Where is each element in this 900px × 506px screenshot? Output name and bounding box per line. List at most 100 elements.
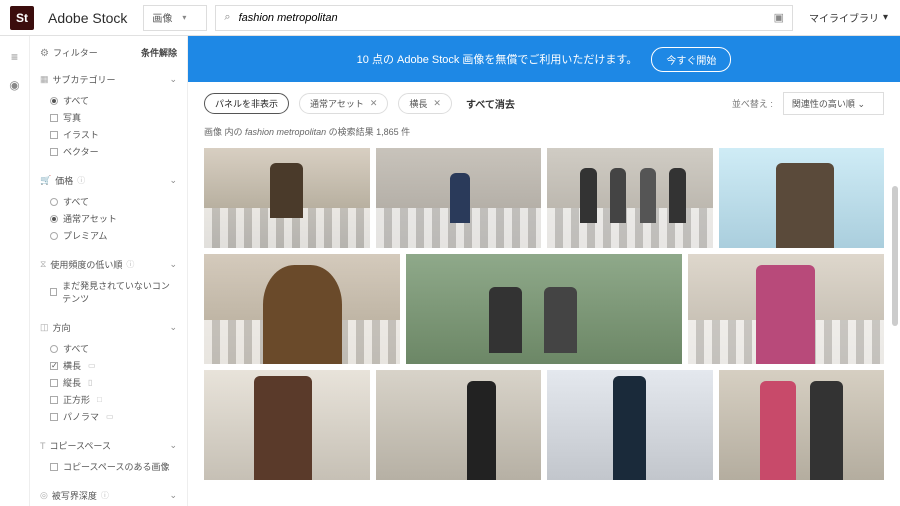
clock-icon: ⧖: [40, 259, 46, 270]
square-icon: □: [97, 395, 102, 404]
controls-row: パネルを非表示 通常アセット✕ 横長✕ すべて消去 並べ替え : 関連性の高い順…: [188, 82, 900, 125]
section-subcategory: ▦サブカテゴリー ⌄ すべて 写真 イラスト ベクター: [40, 69, 177, 160]
checkbox-icon: [50, 379, 58, 387]
result-thumb[interactable]: [406, 254, 681, 364]
section-subcategory-title[interactable]: ▦サブカテゴリー ⌄: [40, 69, 177, 90]
result-thumb[interactable]: [376, 148, 542, 248]
checkbox-icon: [50, 131, 58, 139]
result-thumb[interactable]: [376, 370, 542, 480]
filter-item[interactable]: まだ発見されていないコンテンツ: [50, 277, 177, 307]
result-thumb[interactable]: [719, 148, 885, 248]
result-thumb[interactable]: [719, 370, 885, 480]
result-thumb[interactable]: [688, 254, 884, 364]
info-icon[interactable]: ⓘ: [101, 490, 109, 501]
filter-chip[interactable]: 横長✕: [398, 93, 452, 114]
chevron-down-icon: ▾: [883, 12, 888, 23]
info-icon[interactable]: ⓘ: [126, 259, 134, 270]
adobe-stock-logo: St: [10, 6, 34, 30]
chevron-down-icon: ⌄: [169, 175, 177, 186]
result-thumb[interactable]: [204, 370, 370, 480]
section-copyspace-title[interactable]: Tコピースペース ⌄: [40, 435, 177, 456]
clear-all-button[interactable]: すべて消去: [466, 96, 515, 111]
orientation-icon: ◫: [40, 322, 49, 333]
results-summary: 画像 内の fashion metropolitan の検索結果 1,865 件: [188, 125, 900, 148]
results-grid: [188, 148, 900, 480]
text-icon: T: [40, 441, 46, 451]
search-bar: ⌕ ▣: [215, 5, 793, 31]
sort-select[interactable]: 関連性の高い順 ⌄: [783, 92, 884, 115]
checkbox-icon: [50, 413, 58, 421]
info-icon[interactable]: ⓘ: [77, 175, 85, 186]
radio-icon: [50, 97, 58, 105]
filter-item[interactable]: 通常アセット: [50, 210, 177, 227]
checkbox-icon: [50, 362, 58, 370]
left-rail: ≡ ◉: [0, 36, 30, 506]
checkbox-icon: [50, 463, 58, 471]
camera-icon[interactable]: ◉: [9, 78, 19, 92]
filter-item[interactable]: 縦長▯: [50, 374, 177, 391]
section-usage: ⧖使用頻度の低い順 ⓘ ⌄ まだ発見されていないコンテンツ: [40, 254, 177, 307]
clear-filters-link[interactable]: 条件解除: [141, 46, 177, 59]
result-thumb[interactable]: [204, 254, 400, 364]
chevron-down-icon: ⌄: [169, 259, 177, 270]
filter-chip[interactable]: 通常アセット✕: [299, 93, 388, 114]
filter-item[interactable]: コピースペースのある画像: [50, 458, 177, 475]
filter-item[interactable]: すべて: [50, 340, 177, 357]
filter-item[interactable]: 写真: [50, 109, 177, 126]
checkbox-icon: [50, 288, 57, 296]
section-orientation: ◫方向 ⌄ すべて 横長▭ 縦長▯ 正方形□ パノラマ▭: [40, 317, 177, 425]
sidebar-header: ⚙フィルター 条件解除: [40, 46, 177, 59]
main-content: 10 点の Adobe Stock 画像を無償でご利用いただけます。 今すぐ開始…: [188, 36, 900, 506]
filter-item[interactable]: 正方形□: [50, 391, 177, 408]
section-dof-title[interactable]: ◎被写界深度 ⓘ ⌄: [40, 485, 177, 506]
filter-item[interactable]: パノラマ▭: [50, 408, 177, 425]
cart-icon: 🛒: [40, 175, 51, 186]
grid-icon: ▦: [40, 74, 49, 85]
section-orientation-title[interactable]: ◫方向 ⌄: [40, 317, 177, 338]
search-input[interactable]: [239, 12, 766, 24]
category-select[interactable]: 画像 ▾: [143, 5, 207, 31]
radio-icon: [50, 232, 58, 240]
checkbox-icon: [50, 148, 58, 156]
chevron-down-icon: ⌄: [169, 322, 177, 333]
filter-title: ⚙フィルター: [40, 46, 98, 59]
result-thumb[interactable]: [547, 370, 713, 480]
chevron-down-icon: ⌄: [169, 490, 177, 501]
checkbox-icon: [50, 114, 58, 122]
filter-item[interactable]: ベクター: [50, 143, 177, 160]
filter-item[interactable]: 横長▭: [50, 357, 177, 374]
camera-icon[interactable]: ▣: [774, 11, 784, 24]
banner-text: 10 点の Adobe Stock 画像を無償でご利用いただけます。: [357, 51, 638, 67]
brand-title: Adobe Stock: [48, 10, 127, 26]
section-dof: ◎被写界深度 ⓘ ⌄ 初期設定 背景ぼかし 浅: [40, 485, 177, 506]
panorama-icon: ▭: [106, 412, 114, 421]
close-icon[interactable]: ✕: [433, 98, 441, 109]
search-icon: ⌕: [224, 11, 230, 24]
filter-item[interactable]: プレミアム: [50, 227, 177, 244]
filter-item[interactable]: イラスト: [50, 126, 177, 143]
section-usage-title[interactable]: ⧖使用頻度の低い順 ⓘ ⌄: [40, 254, 177, 275]
landscape-icon: ▭: [88, 361, 96, 370]
radio-icon: [50, 345, 58, 353]
checkbox-icon: [50, 396, 58, 404]
sliders-icon[interactable]: ≡: [11, 50, 18, 64]
banner-cta-button[interactable]: 今すぐ開始: [651, 47, 731, 72]
section-price-title[interactable]: 🛒価格 ⓘ ⌄: [40, 170, 177, 191]
result-thumb[interactable]: [204, 148, 370, 248]
my-library-link[interactable]: マイライブラリ ▾: [809, 10, 888, 25]
category-label: 画像: [152, 10, 172, 25]
filter-item[interactable]: すべて: [50, 92, 177, 109]
section-price: 🛒価格 ⓘ ⌄ すべて 通常アセット プレミアム: [40, 170, 177, 244]
chevron-down-icon: ⌄: [857, 99, 865, 109]
chevron-down-icon: ⌄: [169, 74, 177, 85]
library-label: マイライブラリ: [809, 10, 879, 25]
radio-icon: [50, 198, 58, 206]
result-thumb[interactable]: [547, 148, 713, 248]
aperture-icon: ◎: [40, 490, 48, 501]
promo-banner: 10 点の Adobe Stock 画像を無償でご利用いただけます。 今すぐ開始: [188, 36, 900, 82]
section-copyspace: Tコピースペース ⌄ コピースペースのある画像: [40, 435, 177, 475]
filter-item[interactable]: すべて: [50, 193, 177, 210]
close-icon[interactable]: ✕: [370, 98, 378, 109]
scrollbar[interactable]: [892, 186, 898, 326]
hide-panel-button[interactable]: パネルを非表示: [204, 93, 289, 114]
